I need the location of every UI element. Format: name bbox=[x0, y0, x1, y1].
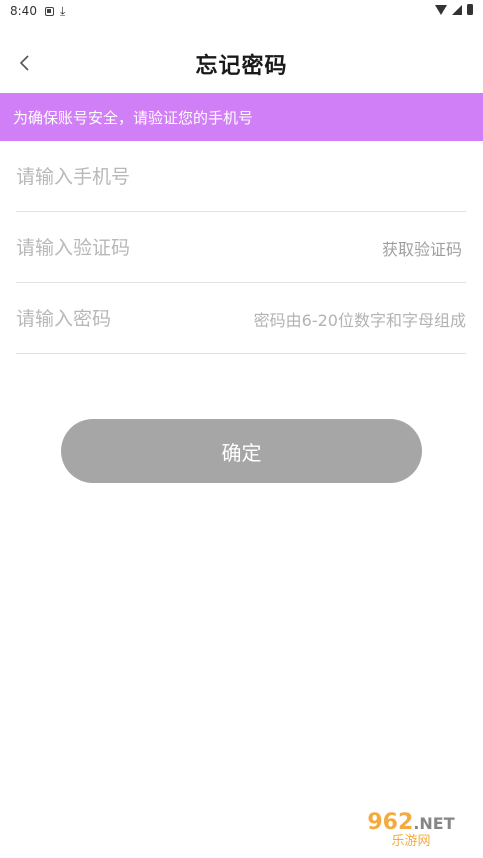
verification-code-input[interactable] bbox=[16, 236, 216, 259]
status-bar: 8:40 ⤓ bbox=[0, 0, 483, 22]
phone-input[interactable] bbox=[16, 165, 216, 188]
status-time: 8:40 bbox=[10, 4, 37, 18]
code-field-row: 获取验证码 bbox=[16, 213, 466, 283]
notification-icon bbox=[44, 6, 54, 16]
watermark-brand: 962 bbox=[367, 810, 414, 836]
password-field-row: 密码由6-20位数字和字母组成 bbox=[16, 284, 466, 354]
watermark-name: 乐游网 bbox=[391, 834, 431, 850]
page-title: 忘记密码 bbox=[195, 54, 288, 79]
download-icon: ⤓ bbox=[59, 4, 66, 18]
battery-icon bbox=[467, 4, 473, 15]
signal-icon bbox=[452, 4, 462, 15]
password-hint: 密码由6-20位数字和字母组成 bbox=[253, 310, 466, 330]
get-code-button[interactable]: 获取验证码 bbox=[382, 236, 462, 260]
phone-field-row bbox=[16, 142, 466, 212]
wifi-icon bbox=[435, 4, 447, 15]
watermark-suffix: .NET bbox=[413, 814, 455, 834]
status-indicators bbox=[435, 4, 473, 15]
watermark-logo: 962.NET 乐游网 bbox=[345, 808, 477, 854]
security-notice-text: 为确保账号安全，请验证您的手机号 bbox=[13, 108, 254, 127]
security-notice-banner: 为确保账号安全，请验证您的手机号 bbox=[0, 93, 483, 141]
header: 忘记密码 bbox=[0, 38, 483, 88]
confirm-button[interactable]: 确定 bbox=[61, 419, 422, 483]
password-input[interactable] bbox=[16, 307, 216, 330]
